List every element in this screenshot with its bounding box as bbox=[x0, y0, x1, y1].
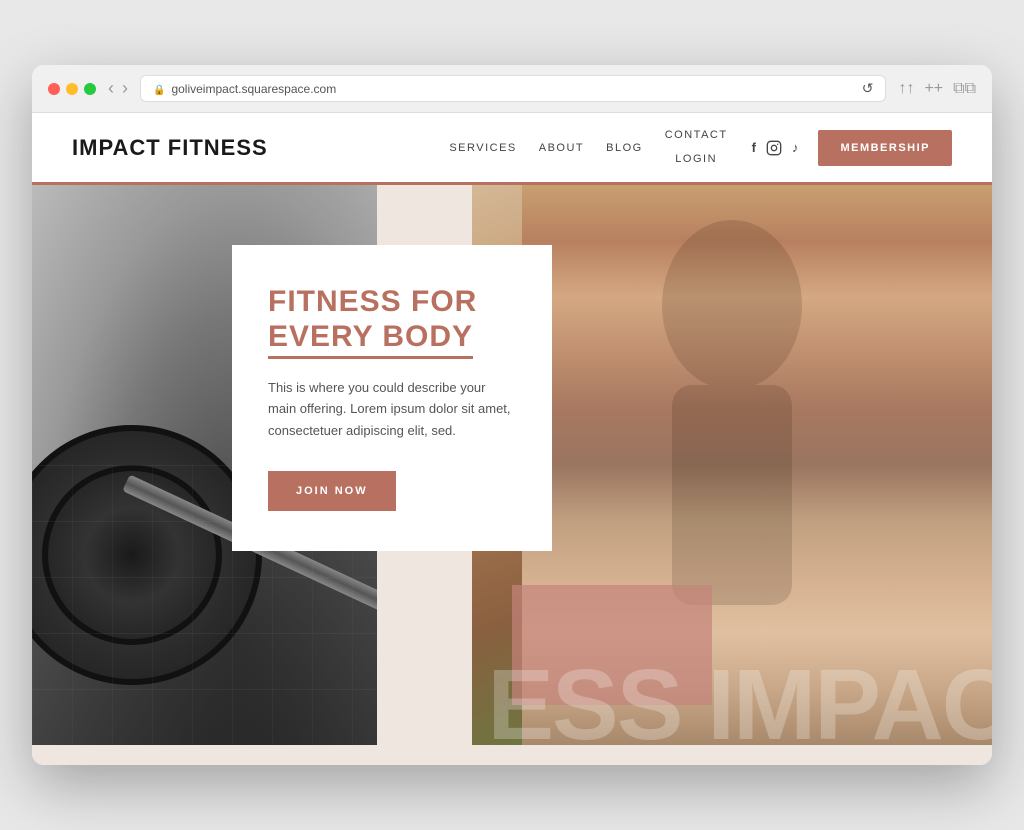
close-button[interactable] bbox=[48, 83, 60, 95]
site-logo[interactable]: IMPACT FITNESS bbox=[72, 135, 441, 161]
address-bar[interactable]: goliveimpact.squarespace.com bbox=[140, 75, 886, 102]
tiktok-icon[interactable] bbox=[792, 139, 799, 155]
hero-headline: FITNESS FOR EVERY BODY bbox=[268, 285, 516, 359]
join-now-button[interactable]: JOIN NOW bbox=[268, 471, 396, 511]
traffic-lights bbox=[48, 83, 96, 95]
instagram-icon[interactable] bbox=[766, 139, 782, 156]
minimize-button[interactable] bbox=[66, 83, 78, 95]
nav-blog[interactable]: BLOG bbox=[598, 138, 651, 158]
hero-description: This is where you could describe your ma… bbox=[268, 377, 516, 441]
hero-headline-line2: EVERY BODY bbox=[268, 320, 473, 360]
facebook-icon[interactable] bbox=[752, 139, 756, 155]
nav-login[interactable]: LOGIN bbox=[667, 148, 725, 171]
website: IMPACT FITNESS SERVICES ABOUT BLOG CONTA… bbox=[32, 113, 992, 765]
browser-chrome: goliveimpact.squarespace.com ↑ + ⧉ bbox=[32, 65, 992, 113]
hero-section: FITNESS FOR EVERY BODY This is where you… bbox=[32, 185, 992, 765]
share-icon[interactable]: ↑ bbox=[898, 80, 914, 98]
browser-nav-controls bbox=[108, 78, 128, 99]
back-button[interactable] bbox=[108, 78, 114, 99]
social-icons bbox=[752, 139, 799, 156]
maximize-button[interactable] bbox=[84, 83, 96, 95]
new-tab-button[interactable]: + bbox=[924, 80, 943, 98]
hero-content-card: FITNESS FOR EVERY BODY This is where you… bbox=[232, 245, 552, 551]
main-nav: SERVICES ABOUT BLOG CONTACT LOGIN bbox=[441, 124, 735, 171]
url-text: goliveimpact.squarespace.com bbox=[171, 82, 336, 96]
refresh-icon[interactable] bbox=[862, 80, 874, 97]
membership-button[interactable]: MEMBERSHIP bbox=[818, 130, 952, 166]
lock-icon bbox=[153, 82, 165, 96]
nav-about[interactable]: ABOUT bbox=[531, 138, 592, 158]
copy-icon[interactable]: ⧉ bbox=[953, 80, 976, 98]
browser-actions: ↑ + ⧉ bbox=[898, 80, 976, 98]
hero-watermark-text: ESS IMPAC bbox=[487, 655, 992, 755]
browser-window: goliveimpact.squarespace.com ↑ + ⧉ IMPAC… bbox=[32, 65, 992, 765]
forward-button[interactable] bbox=[122, 78, 128, 99]
site-header: IMPACT FITNESS SERVICES ABOUT BLOG CONTA… bbox=[32, 113, 992, 185]
hero-headline-line1: FITNESS FOR bbox=[268, 285, 477, 318]
nav-contact[interactable]: CONTACT bbox=[657, 124, 736, 147]
nav-contact-login: CONTACT LOGIN bbox=[657, 124, 736, 171]
nav-services[interactable]: SERVICES bbox=[441, 138, 524, 158]
